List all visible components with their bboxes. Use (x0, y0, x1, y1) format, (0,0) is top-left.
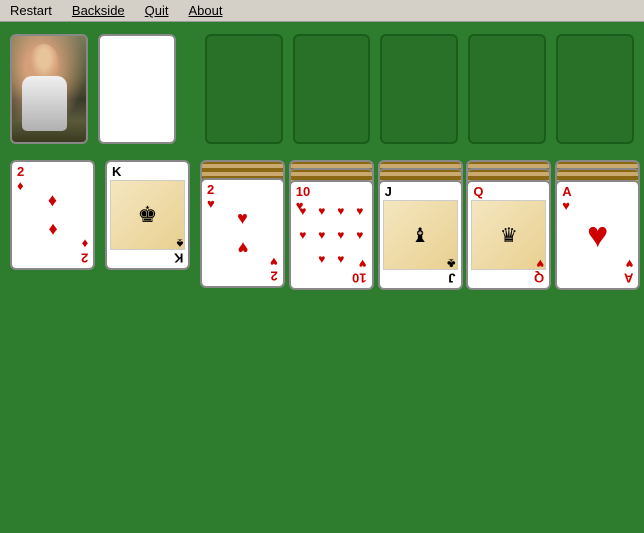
card-ace-hearts[interactable]: A♥ ♥ A♥ (555, 180, 640, 290)
card-king-spades[interactable]: K♠ ♚ K♠ (105, 160, 190, 270)
game-area: 2♦ ♦ ♦ 2♦ K♠ ♚ K♠ 2♥ ♥ ♥ 2♥ (0, 22, 644, 317)
tableau-pile-7[interactable]: A♥ ♥ A♥ (555, 160, 634, 305)
tableau-pile-6[interactable]: Q♥ ♛ Q♥ (466, 160, 545, 305)
menu-bar: Restart Backside Quit About (0, 0, 644, 22)
foundation-4[interactable] (468, 34, 546, 144)
foundation-1[interactable] (205, 34, 283, 144)
tableau: 2♦ ♦ ♦ 2♦ K♠ ♚ K♠ 2♥ ♥ ♥ 2♥ (10, 160, 634, 305)
card-jack-clubs[interactable]: J♣ ♝ J♣ (378, 180, 463, 290)
menu-restart[interactable]: Restart (4, 1, 58, 20)
menu-backside[interactable]: Backside (66, 1, 131, 20)
card-2-diamonds[interactable]: 2♦ ♦ ♦ 2♦ (10, 160, 95, 270)
card-queen-hearts[interactable]: Q♥ ♛ Q♥ (466, 180, 551, 290)
tableau-pile-1[interactable]: 2♦ ♦ ♦ 2♦ (10, 160, 95, 270)
tableau-pile-3[interactable]: 2♥ ♥ ♥ 2♥ (200, 160, 279, 290)
menu-about[interactable]: About (183, 1, 229, 20)
top-row (10, 34, 634, 144)
menu-quit[interactable]: Quit (139, 1, 175, 20)
foundation-5[interactable] (556, 34, 634, 144)
tableau-pile-4[interactable]: 10♥ ♥♥♥♥ ♥♥♥♥ ♥♥ 10♥ (289, 160, 368, 305)
foundation-2[interactable] (293, 34, 371, 144)
deck-pile[interactable] (10, 34, 88, 144)
drawn-card[interactable] (98, 34, 176, 144)
card-10-hearts[interactable]: 10♥ ♥♥♥♥ ♥♥♥♥ ♥♥ 10♥ (289, 180, 374, 290)
tableau-pile-5[interactable]: J♣ ♝ J♣ (378, 160, 457, 305)
tableau-pile-2[interactable]: K♠ ♚ K♠ (105, 160, 190, 270)
card-2-hearts[interactable]: 2♥ ♥ ♥ 2♥ (200, 178, 285, 288)
foundation-3[interactable] (380, 34, 458, 144)
